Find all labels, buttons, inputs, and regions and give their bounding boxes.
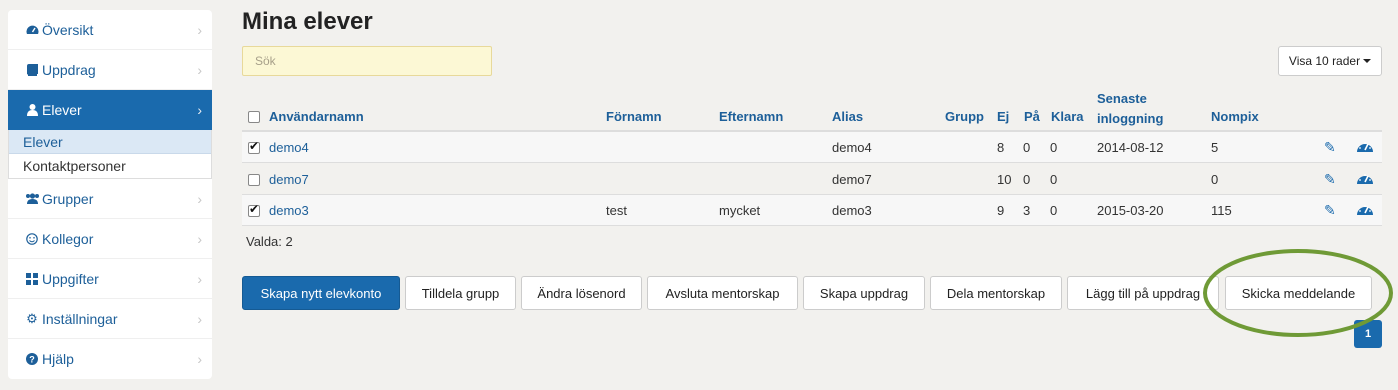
grid-icon: [24, 272, 40, 285]
username-link[interactable]: demo7: [269, 172, 309, 187]
svg-text:?: ?: [29, 355, 35, 365]
share-mentorship-button[interactable]: Dela mentorskap: [930, 276, 1062, 310]
users-icon: [24, 193, 40, 204]
assign-group-button[interactable]: Tilldela grupp: [405, 276, 516, 310]
gear-icon: ⚙: [26, 310, 38, 326]
chevron-right-icon: ›: [197, 231, 202, 247]
column-header-ej[interactable]: Ej: [997, 109, 1009, 124]
cell-klara: 0: [1050, 172, 1058, 187]
smile-icon: [24, 232, 40, 245]
table-row: demo3 test mycket demo3 9 3 0 2015-03-20…: [242, 195, 1382, 226]
column-header-pa[interactable]: På: [1024, 109, 1040, 124]
select-all-checkbox[interactable]: [248, 111, 260, 123]
book-icon: [24, 63, 40, 76]
edit-icon[interactable]: ✎: [1324, 202, 1336, 219]
end-mentorship-button[interactable]: Avsluta mentorskap: [647, 276, 798, 310]
subnav-item-kontaktpersoner[interactable]: Kontaktpersoner: [9, 154, 211, 178]
sidebar-item-label: Grupper: [42, 190, 94, 207]
cell-alias: demo4: [832, 140, 872, 155]
column-header-alias[interactable]: Alias: [832, 109, 863, 124]
chevron-right-icon: ›: [197, 62, 202, 78]
chevron-right-icon: ›: [197, 102, 202, 118]
cell-pa: 0: [1023, 172, 1031, 187]
username-link[interactable]: demo3: [269, 203, 309, 218]
dashboard-icon[interactable]: [1356, 171, 1374, 188]
sidebar-item-label: Inställningar: [42, 310, 118, 327]
sidebar-item-label: Kollegor: [42, 230, 94, 247]
cell-nompix: 0: [1211, 172, 1219, 187]
chevron-right-icon: ›: [197, 351, 202, 367]
sidebar-item-uppgifter[interactable]: Uppgifter ›: [8, 259, 212, 299]
chevron-right-icon: ›: [197, 271, 202, 287]
cell-nompix: 115: [1211, 203, 1232, 218]
table-row: demo7 demo7 10 0 0 0 ✎: [242, 164, 1382, 195]
selected-count: Valda: 2: [246, 234, 293, 249]
cell-ej: 8: [997, 140, 1005, 155]
sidebar-item-label: Uppdrag: [42, 61, 96, 78]
row-checkbox[interactable]: [248, 202, 260, 217]
rows-per-page-dropdown[interactable]: Visa 10 rader: [1278, 46, 1382, 76]
column-header-group[interactable]: Grupp: [945, 109, 984, 124]
cell-pa: 3: [1023, 203, 1031, 218]
username-link[interactable]: demo4: [269, 140, 309, 155]
sidebar-item-label: Hjälp: [42, 351, 74, 367]
edit-icon[interactable]: ✎: [1324, 139, 1336, 156]
sidebar-item-uppdrag[interactable]: Uppdrag ›: [8, 50, 212, 90]
sidebar-item-hjalp[interactable]: ? Hjälp ›: [8, 339, 212, 379]
sidebar-subnav: Elever Kontaktpersoner: [8, 130, 212, 179]
cell-klara: 0: [1050, 203, 1058, 218]
sidebar-item-elever[interactable]: Elever ›: [8, 90, 212, 130]
cell-ej: 9: [997, 203, 1005, 218]
cell-klara: 0: [1050, 140, 1058, 155]
cell-ej: 10: [997, 172, 1012, 187]
chevron-right-icon: ›: [197, 22, 202, 38]
cell-alias: demo3: [832, 203, 872, 218]
column-header-nompix[interactable]: Nompix: [1211, 109, 1259, 124]
table-row: demo4 demo4 8 0 0 2014-08-12 5 ✎: [242, 132, 1382, 163]
create-assignment-button[interactable]: Skapa uppdrag: [803, 276, 925, 310]
user-icon: [24, 104, 40, 116]
cell-firstname: test: [606, 203, 627, 218]
sidebar-item-installningar[interactable]: ⚙ Inställningar ›: [8, 299, 212, 339]
edit-icon[interactable]: ✎: [1324, 171, 1336, 188]
page-title: Mina elever: [242, 8, 373, 35]
row-checkbox[interactable]: [248, 174, 260, 186]
cell-lastname: mycket: [719, 203, 761, 218]
row-checkbox[interactable]: [248, 139, 260, 154]
column-header-lastname[interactable]: Efternamn: [719, 109, 783, 124]
sidebar-item-kollegor[interactable]: Kollegor ›: [8, 219, 212, 259]
column-header-firstname[interactable]: Förnamn: [606, 109, 662, 124]
add-to-assignment-button[interactable]: Lägg till på uppdrag: [1067, 276, 1219, 310]
sidebar-item-label: Uppgifter: [42, 270, 99, 287]
search-input[interactable]: [242, 46, 492, 76]
chevron-right-icon: ›: [197, 191, 202, 207]
column-header-username[interactable]: Användarnamn: [269, 109, 364, 124]
cell-last-login: 2015-03-20: [1097, 203, 1164, 218]
sidebar-item-oversikt[interactable]: Översikt ›: [8, 10, 212, 50]
sidebar-item-grupper[interactable]: Grupper ›: [8, 179, 212, 219]
chevron-right-icon: ›: [197, 311, 202, 327]
column-header-last-login[interactable]: Senaste inloggning: [1097, 89, 1177, 129]
caret-down-icon: [1363, 59, 1372, 63]
cell-pa: 0: [1023, 140, 1031, 155]
sidebar-item-label: Översikt: [42, 21, 94, 38]
column-header-klara[interactable]: Klara: [1051, 109, 1084, 124]
subnav-item-elever[interactable]: Elever: [9, 130, 211, 154]
cell-last-login: 2014-08-12: [1097, 140, 1164, 155]
highlight-circle: [1203, 249, 1393, 337]
dashboard-icon: [24, 24, 40, 35]
cell-nompix: 5: [1211, 140, 1219, 155]
question-icon: ?: [24, 353, 40, 365]
create-student-account-button[interactable]: Skapa nytt elevkonto: [242, 276, 400, 310]
dashboard-icon[interactable]: [1356, 139, 1374, 156]
cell-alias: demo7: [832, 172, 872, 187]
change-password-button[interactable]: Ändra lösenord: [521, 276, 642, 310]
sidebar-item-label: Elever: [42, 102, 82, 118]
rows-per-page-label: Visa 10 rader: [1288, 54, 1361, 68]
dashboard-icon[interactable]: [1356, 202, 1374, 219]
sidebar: Översikt › Uppdrag › Elever › Elever Kon…: [8, 10, 212, 379]
